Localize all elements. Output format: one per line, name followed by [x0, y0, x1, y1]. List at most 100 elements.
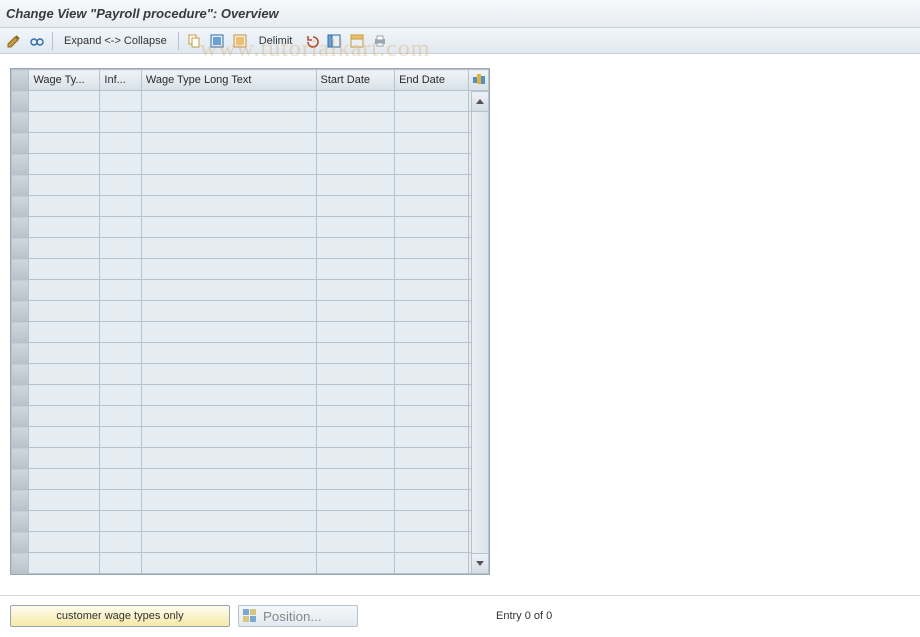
- row-selector[interactable]: [12, 427, 29, 448]
- table-row[interactable]: [12, 511, 489, 532]
- cell-wage-type[interactable]: [29, 175, 100, 196]
- cell-start-date[interactable]: [316, 301, 395, 322]
- cell-wage-type-long[interactable]: [141, 259, 316, 280]
- cell-wage-type[interactable]: [29, 469, 100, 490]
- cell-inf[interactable]: [100, 238, 141, 259]
- cell-end-date[interactable]: [395, 175, 469, 196]
- cell-end-date[interactable]: [395, 511, 469, 532]
- cell-inf[interactable]: [100, 91, 141, 112]
- cell-start-date[interactable]: [316, 112, 395, 133]
- cell-end-date[interactable]: [395, 322, 469, 343]
- cell-wage-type[interactable]: [29, 112, 100, 133]
- cell-inf[interactable]: [100, 532, 141, 553]
- row-selector[interactable]: [12, 154, 29, 175]
- cell-wage-type[interactable]: [29, 364, 100, 385]
- cell-inf[interactable]: [100, 196, 141, 217]
- table-settings-button[interactable]: [469, 70, 489, 91]
- table-row[interactable]: [12, 364, 489, 385]
- cell-wage-type-long[interactable]: [141, 301, 316, 322]
- cell-inf[interactable]: [100, 322, 141, 343]
- table-row[interactable]: [12, 133, 489, 154]
- cell-wage-type[interactable]: [29, 238, 100, 259]
- cell-end-date[interactable]: [395, 217, 469, 238]
- expand-collapse-button[interactable]: Expand <-> Collapse: [58, 31, 173, 51]
- cell-end-date[interactable]: [395, 469, 469, 490]
- table-row[interactable]: [12, 112, 489, 133]
- table-row[interactable]: [12, 280, 489, 301]
- cell-start-date[interactable]: [316, 364, 395, 385]
- cell-wage-type-long[interactable]: [141, 133, 316, 154]
- table-row[interactable]: [12, 259, 489, 280]
- cell-inf[interactable]: [100, 259, 141, 280]
- row-selector[interactable]: [12, 448, 29, 469]
- cell-wage-type-long[interactable]: [141, 280, 316, 301]
- cell-start-date[interactable]: [316, 448, 395, 469]
- cell-start-date[interactable]: [316, 490, 395, 511]
- cell-inf[interactable]: [100, 301, 141, 322]
- delimit-button[interactable]: Delimit: [253, 31, 299, 51]
- cell-inf[interactable]: [100, 217, 141, 238]
- table-row[interactable]: [12, 175, 489, 196]
- cell-start-date[interactable]: [316, 511, 395, 532]
- cell-start-date[interactable]: [316, 532, 395, 553]
- cell-inf[interactable]: [100, 448, 141, 469]
- cell-inf[interactable]: [100, 427, 141, 448]
- cell-end-date[interactable]: [395, 133, 469, 154]
- row-selector[interactable]: [12, 406, 29, 427]
- table-row[interactable]: [12, 532, 489, 553]
- row-selector[interactable]: [12, 112, 29, 133]
- table-row[interactable]: [12, 469, 489, 490]
- table-row[interactable]: [12, 217, 489, 238]
- cell-end-date[interactable]: [395, 280, 469, 301]
- table-row[interactable]: [12, 301, 489, 322]
- cell-wage-type-long[interactable]: [141, 532, 316, 553]
- cell-wage-type[interactable]: [29, 133, 100, 154]
- cell-end-date[interactable]: [395, 532, 469, 553]
- row-selector[interactable]: [12, 364, 29, 385]
- cell-wage-type[interactable]: [29, 196, 100, 217]
- cell-start-date[interactable]: [316, 322, 395, 343]
- cell-end-date[interactable]: [395, 553, 469, 574]
- cell-wage-type-long[interactable]: [141, 343, 316, 364]
- cell-wage-type[interactable]: [29, 322, 100, 343]
- cell-end-date[interactable]: [395, 364, 469, 385]
- cell-wage-type-long[interactable]: [141, 427, 316, 448]
- col-header-start-date[interactable]: Start Date: [316, 70, 395, 91]
- cell-wage-type[interactable]: [29, 553, 100, 574]
- cell-start-date[interactable]: [316, 217, 395, 238]
- cell-end-date[interactable]: [395, 154, 469, 175]
- cell-inf[interactable]: [100, 154, 141, 175]
- row-selector[interactable]: [12, 238, 29, 259]
- cell-wage-type[interactable]: [29, 217, 100, 238]
- cell-inf[interactable]: [100, 343, 141, 364]
- col-header-inf[interactable]: Inf...: [100, 70, 141, 91]
- row-selector[interactable]: [12, 511, 29, 532]
- row-selector[interactable]: [12, 322, 29, 343]
- print-icon[interactable]: [370, 31, 390, 51]
- cell-inf[interactable]: [100, 406, 141, 427]
- table-row[interactable]: [12, 238, 489, 259]
- cell-end-date[interactable]: [395, 91, 469, 112]
- toggle-change-icon[interactable]: [4, 31, 24, 51]
- row-selector[interactable]: [12, 91, 29, 112]
- cell-start-date[interactable]: [316, 238, 395, 259]
- column-select-icon[interactable]: [324, 31, 344, 51]
- cell-start-date[interactable]: [316, 175, 395, 196]
- cell-inf[interactable]: [100, 364, 141, 385]
- cell-wage-type-long[interactable]: [141, 91, 316, 112]
- scroll-down-button[interactable]: [471, 553, 489, 574]
- row-selector-header[interactable]: [12, 70, 29, 91]
- table-row[interactable]: [12, 154, 489, 175]
- glasses-icon[interactable]: [27, 31, 47, 51]
- cell-wage-type-long[interactable]: [141, 406, 316, 427]
- cell-start-date[interactable]: [316, 385, 395, 406]
- cell-end-date[interactable]: [395, 448, 469, 469]
- table-row[interactable]: [12, 196, 489, 217]
- cell-start-date[interactable]: [316, 469, 395, 490]
- cell-wage-type[interactable]: [29, 91, 100, 112]
- cell-wage-type[interactable]: [29, 427, 100, 448]
- cell-wage-type-long[interactable]: [141, 364, 316, 385]
- row-selector[interactable]: [12, 469, 29, 490]
- copy-icon[interactable]: [184, 31, 204, 51]
- cell-end-date[interactable]: [395, 238, 469, 259]
